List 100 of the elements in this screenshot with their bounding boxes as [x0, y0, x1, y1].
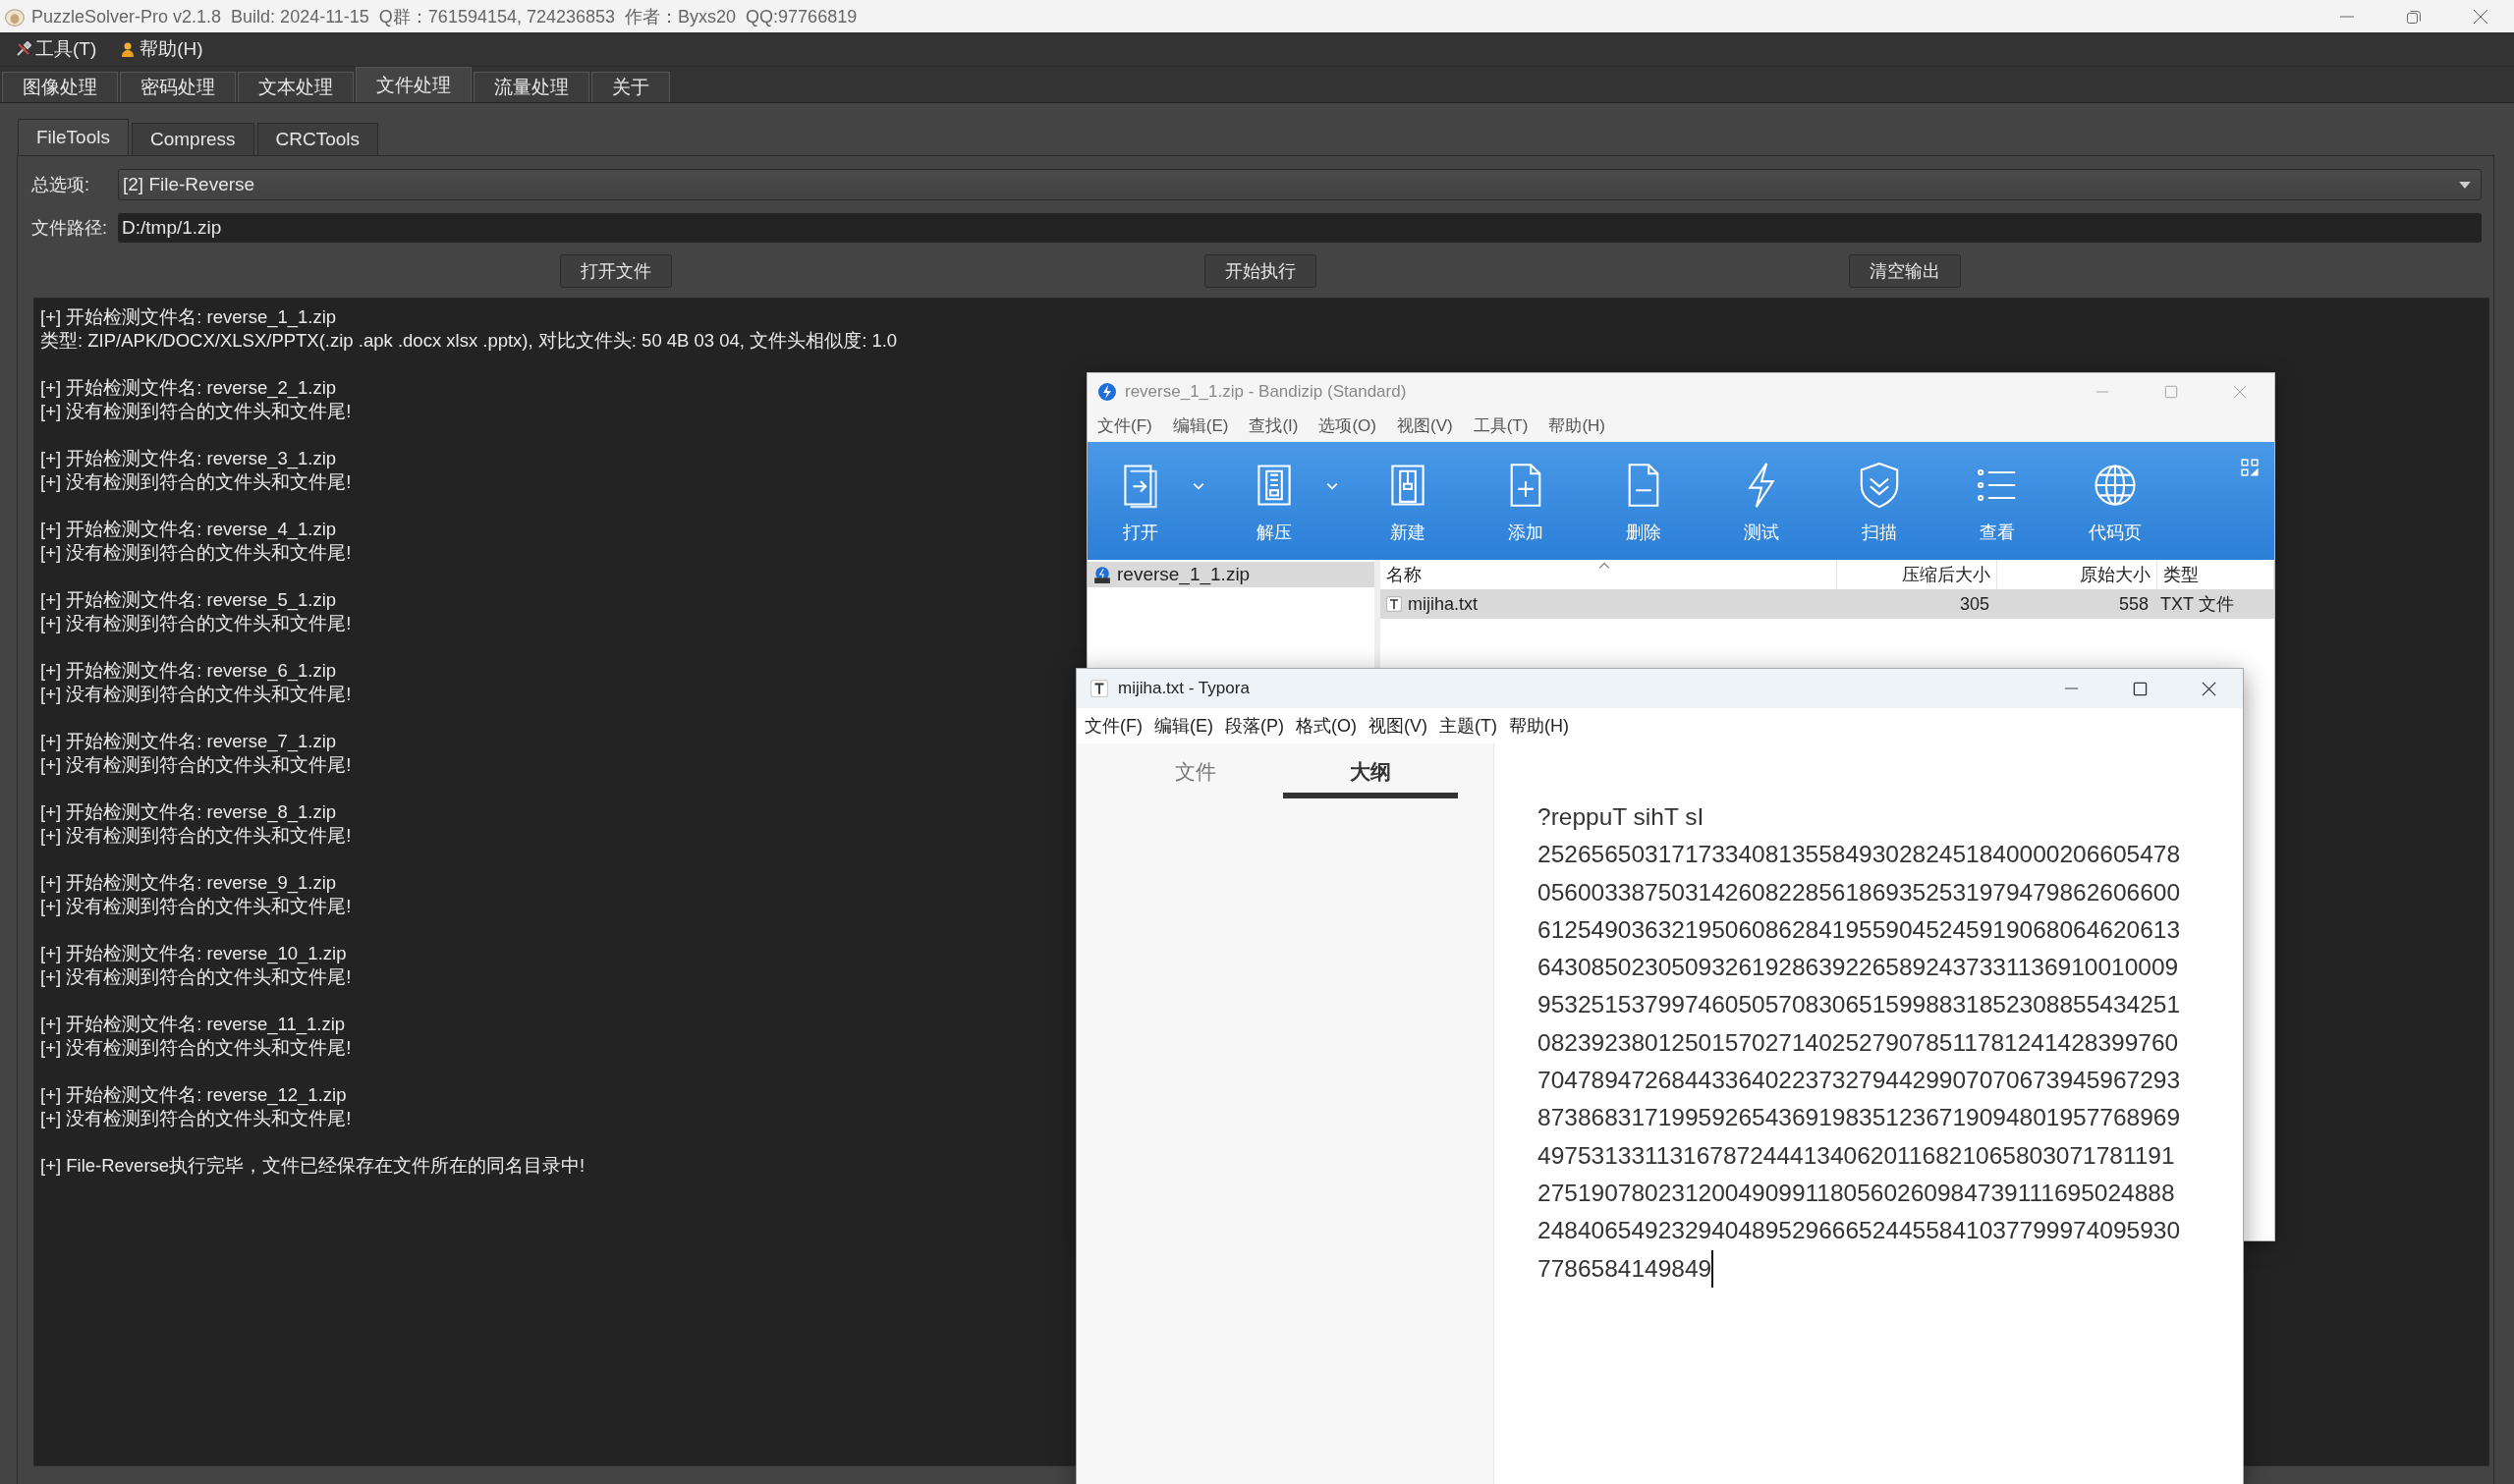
sidebar-tab[interactable]: 文件	[1108, 751, 1283, 798]
minimize-icon	[2095, 390, 2109, 393]
output-line: [+] 开始检测文件名: reverse_7_1.zip	[40, 730, 337, 753]
toolbar-button[interactable]: 测试	[1725, 447, 1798, 555]
toolbar-button[interactable]: 打开	[1104, 447, 1177, 555]
sidebar-tab[interactable]: 大纲	[1283, 751, 1458, 798]
menu-item[interactable]: 帮助(H)	[120, 36, 203, 62]
output-line: [+] 没有检测到符合的文件头和文件尾!	[40, 965, 352, 989]
path-field[interactable]: D:/tmp/1.zip	[118, 213, 2482, 243]
text-line: 612549036321950608628419559045245919068064620613	[1537, 914, 2181, 945]
option-dropdown[interactable]: [2] File-Reverse	[118, 169, 2482, 200]
toolbar-button[interactable]: 删除	[1607, 447, 1680, 555]
output-line: [+] 没有检测到符合的文件头和文件尾!	[40, 541, 352, 565]
action-button[interactable]: 清空输出	[1849, 254, 1961, 288]
tab[interactable]: 文本处理	[238, 72, 354, 102]
output-line: [+] File-Reverse执行完毕，文件已经保存在文件所在的同名目录中!	[40, 1154, 586, 1178]
archive-icon	[1093, 566, 1111, 583]
menu-item[interactable]: 工具(T)	[1473, 414, 1529, 437]
output-line: [+] 开始检测文件名: reverse_10_1.zip	[40, 942, 347, 965]
tools-icon	[16, 41, 31, 57]
text-line: 056003387503142608228561869352531979479862606600	[1537, 877, 2181, 907]
minimize-icon	[2063, 687, 2079, 689]
action-button[interactable]: 打开文件	[560, 254, 672, 288]
output-line: [+] 没有检测到符合的文件头和文件尾!	[40, 683, 352, 706]
output-line: [+] 没有检测到符合的文件头和文件尾!	[40, 612, 352, 635]
menu-item[interactable]: 格式(O)	[1296, 714, 1357, 738]
restore-icon	[2406, 8, 2422, 25]
layout-icon[interactable]	[2241, 459, 2259, 476]
action-button[interactable]: 开始执行	[1204, 254, 1316, 288]
window-title: reverse_1_1.zip - Bandizip (Standard)	[1125, 381, 1407, 402]
output-line: [+] 开始检测文件名: reverse_12_1.zip	[40, 1083, 347, 1107]
window-title: PuzzleSolver-Pro v2.1.8 Build: 2024-11-15 Q群：761594154, 724236853 作者：Byxs20 QQ:97766819	[31, 5, 858, 28]
tab[interactable]: Compress	[132, 123, 254, 155]
tab[interactable]: 流量处理	[474, 72, 589, 102]
output-line: [+] 没有检测到符合的文件头和文件尾!	[40, 470, 352, 494]
menu-item[interactable]: 编辑(E)	[1172, 414, 1229, 437]
menu-item[interactable]: 主题(T)	[1439, 714, 1497, 738]
toolbar-button[interactable]: 新建	[1371, 447, 1444, 555]
output-line: [+] 开始检测文件名: reverse_1_1.zip	[40, 305, 337, 329]
text-line: 248406549232940489529666524455841037799974095930	[1537, 1216, 2181, 1246]
caret-icon[interactable]	[1326, 482, 1338, 490]
menu-item[interactable]: 编辑(E)	[1154, 714, 1213, 738]
text-line: 497531331131678724441340620116821065803071781191	[1537, 1140, 2175, 1171]
menu-item[interactable]: 段落(P)	[1225, 714, 1284, 738]
menu-item[interactable]: 帮助(H)	[1508, 714, 1569, 738]
output-line: [+] 开始检测文件名: reverse_3_1.zip	[40, 447, 337, 470]
caret-icon[interactable]	[1193, 482, 1204, 490]
output-line: [+] 开始检测文件名: reverse_6_1.zip	[40, 659, 337, 683]
output-line: [+] 开始检测文件名: reverse_2_1.zip	[40, 376, 337, 400]
toolbar-button[interactable]: 查看	[1961, 447, 2034, 555]
text-file-icon	[1386, 596, 1402, 612]
sort-icon	[1598, 562, 1610, 570]
window-title: mijiha.txt - Typora	[1118, 679, 1250, 698]
tab[interactable]: 密码处理	[120, 72, 236, 102]
menu-item[interactable]: 选项(O)	[1318, 414, 1376, 437]
menu-item[interactable]: 文件(F)	[1097, 414, 1152, 437]
text-line: 275190780231200490991180560260984739111695024888	[1537, 1178, 2175, 1208]
output-line: [+] 没有检测到符合的文件头和文件尾!	[40, 1036, 352, 1060]
minimize-icon	[2339, 15, 2355, 18]
output-line: [+] 没有检测到符合的文件头和文件尾!	[40, 824, 352, 848]
close-icon	[2201, 681, 2216, 696]
toolbar-button[interactable]: 添加	[1489, 447, 1562, 555]
menu-item[interactable]: 视图(V)	[1369, 714, 1427, 738]
menu-item[interactable]: 查找(I)	[1249, 414, 1299, 437]
output-line: [+] 没有检测到符合的文件头和文件尾!	[40, 753, 352, 777]
menu-item[interactable]: 帮助(H)	[1548, 414, 1605, 437]
table-cell-text: 558	[2117, 592, 2150, 616]
maximize-icon	[2164, 384, 2178, 399]
maximize-icon	[2132, 681, 2148, 696]
output-line: 类型: ZIP/APK/DOCX/XLSX/PPTX(.zip .apk .docx xlsx .pptx), 对比文件头: 50 4B 03 04, 文件头相似度: 1.0	[40, 329, 898, 353]
output-line: [+] 开始检测文件名: reverse_8_1.zip	[40, 800, 337, 824]
text-line: 7786584149849	[1537, 1249, 1714, 1288]
tab[interactable]: 图像处理	[2, 72, 118, 102]
text-line: 704789472684433640223732794429907070673945967293	[1537, 1066, 2181, 1096]
tab[interactable]: 文件处理	[356, 67, 472, 102]
tab[interactable]: 关于	[591, 72, 670, 102]
close-icon	[2473, 8, 2488, 25]
tab[interactable]: FileTools	[18, 119, 129, 155]
text-line: 082392380125015702714025279078511781241428399760	[1537, 1027, 2179, 1058]
output-line: [+] 没有检测到符合的文件头和文件尾!	[40, 400, 352, 423]
letter-t-icon	[1090, 680, 1108, 697]
tab[interactable]: CRCTools	[256, 123, 379, 155]
field-label: 总选项:	[31, 174, 90, 196]
field-label: 文件路径:	[31, 217, 108, 240]
menu-item[interactable]: 视图(V)	[1397, 414, 1453, 437]
output-line: [+] 没有检测到符合的文件头和文件尾!	[40, 1107, 352, 1130]
close-icon	[2233, 384, 2247, 399]
person-icon	[120, 41, 137, 57]
tree-item[interactable]: reverse_1_1.zip	[1088, 562, 1374, 587]
toolbar-button[interactable]: 扫描	[1843, 447, 1916, 555]
text-line: 953251537997460505708306515998831852308855434251	[1537, 990, 2181, 1020]
menu-item[interactable]: 工具(T)	[16, 36, 97, 62]
output-line: [+] 开始检测文件名: reverse_5_1.zip	[40, 588, 337, 612]
text-line: 643085023050932619286392265892437331136910010009	[1537, 953, 2179, 983]
toolbar-button[interactable]: 解压	[1238, 447, 1311, 555]
table-cell-text: TXT 文件	[2159, 593, 2235, 616]
table-cell-text: 305	[1958, 592, 1990, 616]
toolbar-button[interactable]: 代码页	[2079, 447, 2151, 555]
output-line: [+] 开始检测文件名: reverse_9_1.zip	[40, 871, 337, 895]
menu-item[interactable]: 文件(F)	[1085, 714, 1143, 738]
